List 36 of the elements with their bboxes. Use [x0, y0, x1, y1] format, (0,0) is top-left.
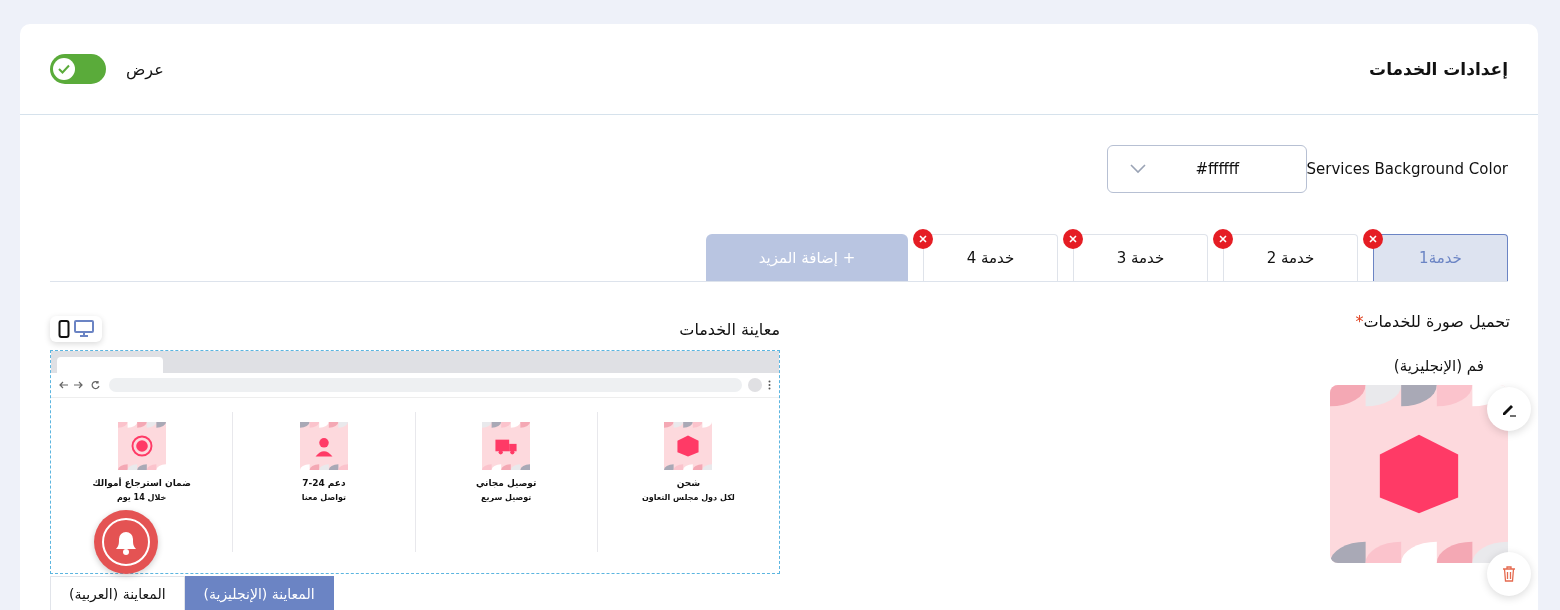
service-subtitle: توصيل سريع: [481, 493, 532, 502]
service-tab[interactable]: خدمة 2: [1223, 234, 1358, 281]
service-subtitle: تواصل معنا: [301, 493, 346, 502]
toggle-label: عرض: [126, 59, 164, 79]
more-icon: [768, 380, 771, 390]
service-tab[interactable]: خدمة 3: [1073, 234, 1208, 281]
remove-icon[interactable]: [1213, 229, 1233, 249]
remove-icon[interactable]: [913, 229, 933, 249]
bell-icon: [100, 516, 152, 568]
desktop-icon: [74, 320, 94, 338]
service-tab[interactable]: خدمة 4: [923, 234, 1058, 281]
remove-icon[interactable]: [1363, 229, 1383, 249]
color-select[interactable]: #ffffff: [1106, 145, 1307, 193]
service-title: شحن: [676, 478, 701, 488]
service-title: ضمان استرجاع أموالك: [92, 478, 191, 488]
preview-tab[interactable]: المعاينة (العربية): [50, 576, 185, 610]
display-toggle[interactable]: [50, 54, 106, 84]
section-title: إعدادات الخدمات: [1369, 59, 1508, 79]
check-icon: [58, 64, 70, 74]
phone-icon: [58, 320, 70, 338]
trash-icon: [1502, 566, 1516, 582]
profile-icon: [748, 378, 762, 392]
service-title: توصيل مجاني: [475, 478, 537, 488]
service-title: دعم 24-7: [302, 478, 346, 488]
service-subtitle: لكل دول مجلس التعاون: [642, 493, 735, 502]
field-label: Services Background Color: [1306, 160, 1508, 178]
delete-button[interactable]: [1487, 552, 1531, 596]
preview-tab[interactable]: المعاينة (الإنجليزية): [184, 576, 334, 610]
remove-icon[interactable]: [1063, 229, 1083, 249]
chevron-icon: [1129, 164, 1146, 174]
upload-title: تحميل صورة للخدمات*: [1354, 312, 1510, 331]
image-label: فم (الإنجليزية): [1392, 357, 1485, 375]
service-subtitle: خلال 14 يوم: [116, 493, 167, 502]
preview-title: معاينة الخدمات: [679, 319, 780, 339]
device-button[interactable]: [58, 320, 70, 338]
notification-button[interactable]: [94, 510, 158, 574]
